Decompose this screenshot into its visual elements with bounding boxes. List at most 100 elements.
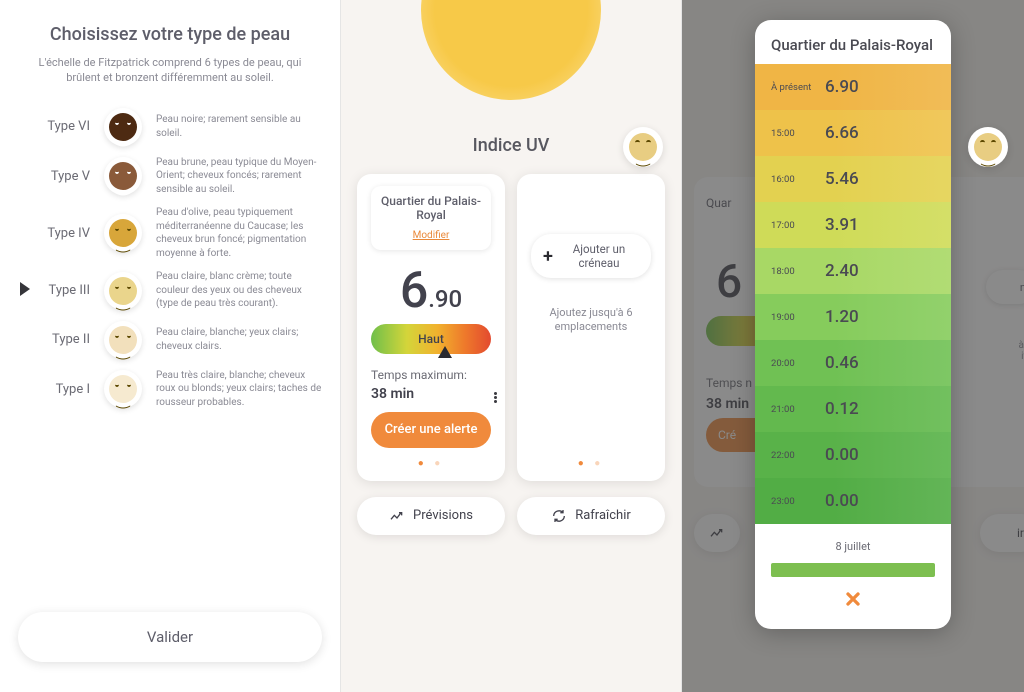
hour-uv-value: 0.00 — [825, 445, 859, 465]
skin-type-badge[interactable] — [623, 127, 663, 167]
bottom-actions: Prévisions Rafraîchir — [341, 491, 681, 551]
location-name: Quartier du Palais-Royal — [379, 194, 483, 223]
gauge-pointer-icon — [438, 346, 452, 358]
smiley-icon — [109, 326, 137, 354]
more-menu-icon[interactable] — [494, 392, 497, 403]
smiley-icon — [974, 133, 1002, 161]
smiley-icon — [109, 219, 137, 247]
page-title: Choisissez votre type de peau — [18, 24, 322, 45]
skin-type-description: Peau noire; rarement sensible au soleil. — [156, 113, 322, 140]
hourly-list[interactable]: À présent 6.90 15:00 6.66 16:00 5.46 17:00 3.91… — [755, 64, 951, 524]
forecast-overlay-screen: Quar 6 Temps n 38 min Cré n à 6 its ir Q… — [682, 0, 1024, 692]
skin-type-label: Type II — [22, 332, 90, 347]
chart-icon — [389, 508, 405, 524]
hour-label: 17:00 — [771, 220, 819, 231]
hour-uv-value: 1.20 — [825, 307, 859, 327]
forecast-date: 8 juillet — [755, 524, 951, 563]
skin-type-option[interactable]: Type VIPeau noire; rarement sensible au … — [22, 108, 322, 146]
page-indicator: ● ● — [371, 448, 491, 469]
sun-illustration — [421, 0, 601, 100]
skin-type-option[interactable]: Type I Peau très claire, blanche; cheveux… — [22, 369, 322, 410]
skin-type-label: Type V — [22, 169, 90, 184]
hourly-row[interactable]: 17:00 3.91 — [755, 202, 951, 248]
skin-type-label: Type III — [22, 283, 90, 298]
skin-type-label: Type I — [22, 382, 90, 397]
add-slot-label: Ajouter un créneau — [559, 242, 639, 270]
hour-label: À présent — [771, 82, 819, 93]
skin-type-description: Peau brune, peau typique du Moyen-Orient… — [156, 156, 322, 197]
selection-indicator-icon — [20, 282, 30, 296]
refresh-button[interactable]: Rafraîchir — [517, 497, 665, 535]
create-alert-button[interactable]: Créer une alerte — [371, 412, 491, 448]
uv-level-label: Haut — [418, 332, 444, 346]
max-time-label: Temps maximum: — [371, 368, 491, 382]
skin-swatch — [104, 108, 142, 146]
uv-integer: 6 — [400, 266, 428, 316]
skin-swatch — [104, 157, 142, 195]
uv-decimal: .90 — [428, 285, 462, 313]
hourly-row[interactable]: 21:00 0.12 — [755, 386, 951, 432]
slot-hint: Ajoutez jusqu'à 6 emplacements — [531, 306, 651, 335]
hour-uv-value: 2.40 — [825, 261, 859, 281]
hour-label: 22:00 — [771, 450, 819, 461]
hourly-row[interactable]: 15:00 6.66 — [755, 110, 951, 156]
smiley-icon — [629, 133, 657, 161]
hour-uv-value: 6.66 — [825, 123, 859, 143]
hour-uv-value: 3.91 — [825, 215, 859, 235]
hour-uv-value: 0.46 — [825, 353, 859, 373]
plus-icon: + — [543, 246, 553, 267]
hour-label: 21:00 — [771, 404, 819, 415]
skin-type-description: Peau claire, blanc crème; toute couleur … — [156, 270, 322, 311]
add-slot-button[interactable]: + Ajouter un créneau — [531, 234, 651, 278]
skin-swatch — [104, 272, 142, 310]
hourly-row[interactable]: 18:00 2.40 — [755, 248, 951, 294]
hour-uv-value: 0.12 — [825, 399, 859, 419]
hour-label: 16:00 — [771, 174, 819, 185]
hourly-row[interactable]: 16:00 5.46 — [755, 156, 951, 202]
smiley-icon — [109, 162, 137, 190]
smiley-icon — [109, 277, 137, 305]
skin-swatch — [104, 370, 142, 408]
hourly-row[interactable]: 20:00 0.46 — [755, 340, 951, 386]
skin-type-description: Peau claire, blanche; yeux clairs; cheve… — [156, 326, 322, 353]
close-sheet-button[interactable] — [755, 577, 951, 629]
skin-type-description: Peau très claire, blanche; cheveux roux … — [156, 369, 322, 410]
smiley-icon — [109, 113, 137, 141]
skin-type-option[interactable]: Type IVPeau d'olive, peau typiquement mé… — [22, 206, 322, 260]
edit-location-link[interactable]: Modifier — [413, 230, 450, 241]
hourly-row[interactable]: À présent 6.90 — [755, 64, 951, 110]
forecast-sheet: Quartier du Palais-Royal À présent 6.90 15… — [755, 20, 951, 629]
validate-button[interactable]: Valider — [18, 612, 322, 662]
page-indicator: ● ● — [578, 448, 605, 469]
hourly-row[interactable]: 22:00 0.00 — [755, 432, 951, 478]
hour-label: 15:00 — [771, 128, 819, 139]
skin-swatch — [104, 321, 142, 359]
hour-uv-value: 0.00 — [825, 491, 859, 511]
skin-type-option[interactable]: Type III Peau claire, blanc crème; toute … — [22, 270, 322, 311]
close-icon — [843, 589, 863, 609]
skin-type-label: Type IV — [22, 226, 90, 241]
hour-label: 20:00 — [771, 358, 819, 369]
skin-type-screen: Choisissez votre type de peau L'échelle … — [0, 0, 341, 692]
sheet-title: Quartier du Palais-Royal — [755, 20, 951, 64]
skin-type-list: Type VIPeau noire; rarement sensible au … — [18, 108, 322, 612]
cards-row: Quartier du Palais-Royal Modifier 6 .90 … — [341, 156, 681, 491]
refresh-icon — [551, 508, 567, 524]
hour-label: 19:00 — [771, 312, 819, 323]
page-subtitle: L'échelle de Fitzpatrick comprend 6 type… — [18, 55, 322, 86]
hourly-row[interactable]: 19:00 1.20 — [755, 294, 951, 340]
hour-uv-value: 5.46 — [825, 169, 859, 189]
skin-swatch — [104, 214, 142, 252]
hour-label: 18:00 — [771, 266, 819, 277]
skin-type-option[interactable]: Type II Peau claire, blanche; yeux clairs… — [22, 321, 322, 359]
uv-card: Quartier du Palais-Royal Modifier 6 .90 … — [357, 174, 505, 481]
hour-uv-value: 6.90 — [825, 77, 859, 97]
next-row-peek — [771, 563, 935, 577]
hourly-row[interactable]: 23:00 0.00 — [755, 478, 951, 524]
skin-type-badge — [968, 127, 1008, 167]
location-box[interactable]: Quartier du Palais-Royal Modifier — [371, 186, 491, 250]
hour-label: 23:00 — [771, 496, 819, 507]
uv-index-screen: Indice UV Quartier du Palais-Royal Modif… — [341, 0, 682, 692]
forecast-button[interactable]: Prévisions — [357, 497, 505, 535]
skin-type-option[interactable]: Type V Peau brune, peau typique du Moyen-… — [22, 156, 322, 197]
